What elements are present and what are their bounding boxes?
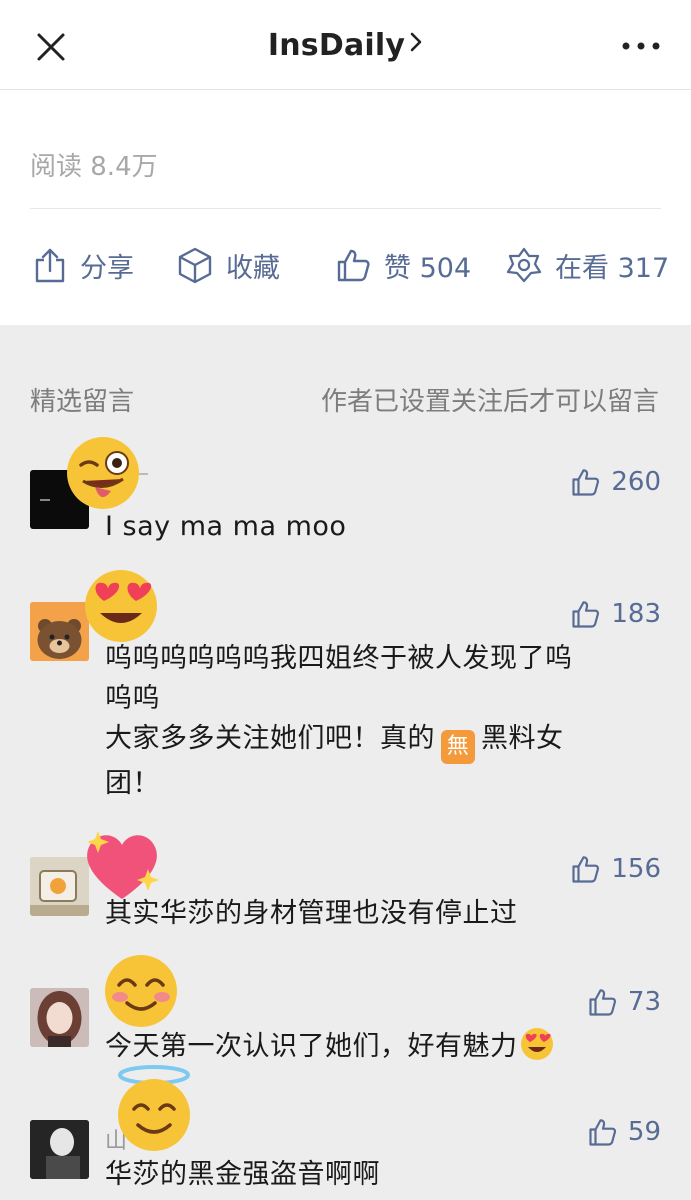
more-icon[interactable] bbox=[621, 38, 661, 54]
share-label: 分享 bbox=[80, 252, 134, 284]
share-icon bbox=[35, 248, 65, 283]
comment-like-count: 156 bbox=[611, 854, 661, 884]
like-button[interactable]: 赞 504 bbox=[336, 240, 471, 290]
comment-text: 呜呜呜呜呜呜我四姐终于被人发现了呜 呜呜 大家多多关注她们吧！真的無黑料女 团！ bbox=[105, 639, 645, 804]
avatar[interactable] bbox=[30, 988, 89, 1047]
comment-text-segment: 大家多多关注她们吧！真的 bbox=[105, 723, 435, 754]
comment-text: 其实华莎的身材管理也没有停止过 bbox=[105, 898, 518, 929]
comment-text: 今天第一次认识了她们，好有魅力 bbox=[105, 1027, 645, 1067]
heart-eyes-emoji bbox=[85, 570, 157, 642]
star-looking-icon bbox=[506, 247, 542, 283]
comment-like-button[interactable]: 260 bbox=[571, 467, 661, 497]
comment-text-segment: 黑料女 bbox=[481, 723, 564, 754]
comment-text-line: 呜呜呜呜呜呜我四姐终于被人发现了呜 bbox=[105, 643, 573, 674]
looking-label: 在看 317 bbox=[555, 252, 670, 284]
comment-text: I say ma ma moo bbox=[105, 511, 347, 542]
comment-like-button[interactable]: 156 bbox=[571, 854, 661, 884]
account-title-link[interactable]: InsDaily bbox=[0, 28, 691, 63]
divider bbox=[30, 208, 661, 209]
chevron-right-icon bbox=[410, 32, 422, 52]
heart-eyes-inline-emoji bbox=[520, 1028, 553, 1060]
thumbs-up-icon bbox=[572, 469, 600, 496]
comment-text-line: 团！ bbox=[105, 768, 160, 799]
comments-notice: 作者已设置关注后才可以留言 bbox=[320, 387, 659, 417]
favorite-label: 收藏 bbox=[226, 252, 280, 284]
comment-like-count: 183 bbox=[611, 599, 661, 629]
comment-text-line: 呜呜 bbox=[105, 683, 160, 714]
comment-like-button[interactable]: 59 bbox=[588, 1117, 661, 1147]
halo-smile-emoji bbox=[118, 1065, 190, 1151]
account-title: InsDaily bbox=[267, 28, 406, 63]
thumbs-up-icon bbox=[572, 601, 600, 628]
share-button[interactable]: 分享 bbox=[32, 240, 134, 290]
comment-text-line: 大家多多关注她们吧！真的無黑料女 bbox=[105, 719, 645, 764]
favorite-button[interactable]: 收藏 bbox=[176, 240, 280, 290]
top-bar: InsDaily bbox=[0, 0, 691, 90]
thumbs-up-icon bbox=[572, 856, 600, 883]
looking-button[interactable]: 在看 317 bbox=[505, 240, 669, 290]
comment-like-count: 73 bbox=[627, 987, 661, 1017]
read-count: 阅读 8.4万 bbox=[30, 152, 158, 182]
portrait-avatar-icon bbox=[30, 988, 89, 1047]
comments-title: 精选留言 bbox=[30, 387, 135, 417]
comments-section: 精选留言 作者已设置关注后才可以留言 260 I say ma ma moo 1… bbox=[0, 325, 691, 1200]
comment-like-count: 260 bbox=[611, 467, 661, 497]
bear-avatar-icon bbox=[30, 602, 89, 661]
cube-icon bbox=[178, 247, 212, 284]
comment-like-count: 59 bbox=[627, 1117, 661, 1147]
comment-text: 华莎的黑金强盗音啊啊 bbox=[105, 1159, 380, 1190]
like-label: 赞 504 bbox=[384, 252, 472, 284]
avatar[interactable] bbox=[30, 1120, 89, 1179]
article-footer: 阅读 8.4万 分享 收藏 赞 504 在看 317 bbox=[0, 90, 691, 325]
thumbs-up-icon bbox=[337, 249, 370, 282]
no-charge-badge: 無 bbox=[441, 730, 475, 764]
comment-text-segment: 今天第一次认识了她们，好有魅力 bbox=[105, 1031, 518, 1062]
avatar[interactable] bbox=[30, 602, 89, 661]
photo-avatar-icon bbox=[30, 1120, 89, 1179]
thumbs-up-icon bbox=[589, 1119, 616, 1146]
thumbs-up-icon bbox=[589, 989, 616, 1016]
winking-tongue-emoji bbox=[67, 437, 139, 509]
comment-like-button[interactable]: 183 bbox=[571, 599, 661, 629]
sparkling-heart-emoji bbox=[87, 831, 159, 899]
smiling-blush-emoji bbox=[105, 955, 177, 1027]
comment-like-button[interactable]: 73 bbox=[588, 987, 661, 1017]
